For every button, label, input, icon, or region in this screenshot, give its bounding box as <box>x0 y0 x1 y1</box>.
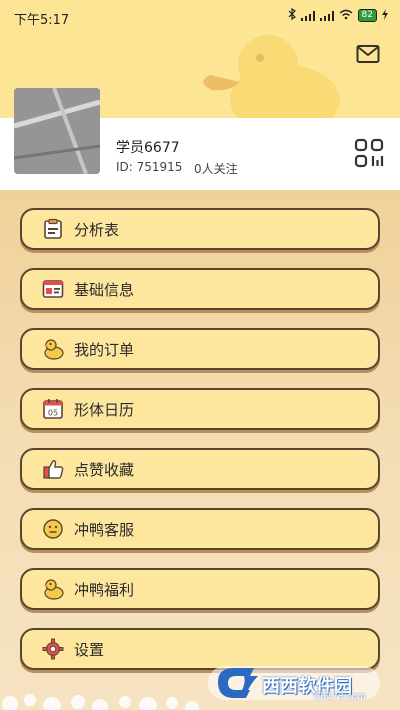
avatar-photo <box>14 88 100 174</box>
bluetooth-icon <box>288 7 296 23</box>
menu-item-likes-favorites[interactable]: 点赞收藏 <box>20 448 380 490</box>
avatar[interactable] <box>14 88 100 174</box>
thumbs-up-icon <box>42 458 64 480</box>
id-card-icon <box>42 278 64 300</box>
watermark-subtext: CR173.com <box>314 692 366 702</box>
duck-background-illustration <box>202 35 340 120</box>
charging-icon <box>382 8 388 23</box>
gear-icon <box>42 638 64 660</box>
username: 学员6677 <box>116 140 180 156</box>
clipboard-icon <box>42 218 64 240</box>
qr-code-icon[interactable] <box>354 138 384 168</box>
menu-item-label: 我的订单 <box>74 340 135 359</box>
battery-indicator: 82 <box>357 9 377 22</box>
menu-item-analysis[interactable]: 分析表 <box>20 208 380 250</box>
smiley-face-icon <box>42 518 64 540</box>
menu-item-label: 形体日历 <box>74 400 135 419</box>
user-id: ID: 751915 <box>116 160 183 174</box>
status-time: 下午5:17 <box>14 13 70 28</box>
calendar-icon: 05 <box>42 398 64 420</box>
menu-item-body-calendar[interactable]: 05 形体日历 <box>20 388 380 430</box>
signal-icon <box>300 10 315 21</box>
mail-icon[interactable] <box>356 44 380 64</box>
duck-icon <box>42 578 64 600</box>
calendar-icon-day: 05 <box>48 409 58 418</box>
status-icons: 82 <box>288 7 388 23</box>
menu-item-label: 冲鸭客服 <box>74 520 135 539</box>
signal-icon-2 <box>319 10 334 21</box>
menu-item-label: 分析表 <box>74 220 120 239</box>
menu-item-label: 基础信息 <box>74 280 135 299</box>
menu-item-label: 点赞收藏 <box>74 460 135 479</box>
status-bar: 下午5:17 82 <box>0 0 400 34</box>
menu-item-customer-service[interactable]: 冲鸭客服 <box>20 508 380 550</box>
follow-count[interactable]: 0人关注 <box>194 160 238 177</box>
wifi-icon <box>339 9 353 23</box>
menu-item-benefits[interactable]: 冲鸭福利 <box>20 568 380 610</box>
menu-item-label: 冲鸭福利 <box>74 580 135 599</box>
menu-item-basic-info[interactable]: 基础信息 <box>20 268 380 310</box>
menu-item-label: 设置 <box>74 640 105 659</box>
duck-icon <box>42 338 64 360</box>
menu-item-my-orders[interactable]: 我的订单 <box>20 328 380 370</box>
